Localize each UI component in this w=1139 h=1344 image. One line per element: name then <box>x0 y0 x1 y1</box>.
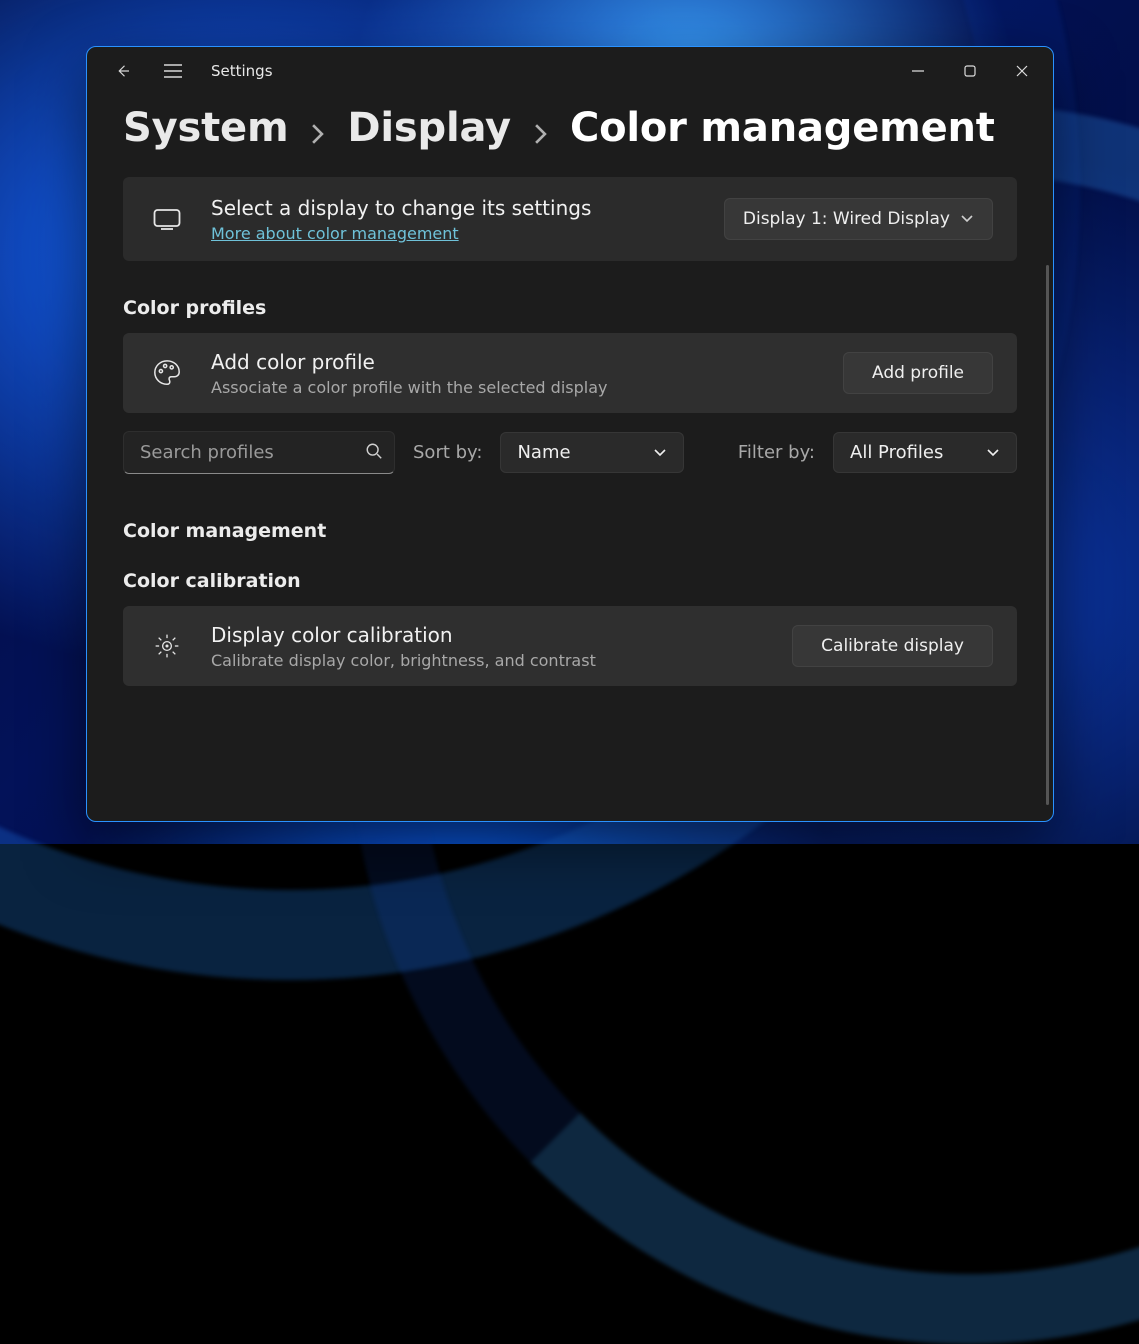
display-selector-card: Select a display to change its settings … <box>123 177 1017 261</box>
search-profiles-wrapper <box>123 431 395 474</box>
sort-by-value: Name <box>517 442 570 463</box>
back-button[interactable] <box>101 51 145 91</box>
menu-icon <box>164 64 182 78</box>
breadcrumb-color-management: Color management <box>570 105 995 151</box>
minimize-icon <box>912 65 924 77</box>
scrollbar[interactable] <box>1046 265 1049 805</box>
calibrate-display-button[interactable]: Calibrate display <box>792 625 993 667</box>
add-profile-button[interactable]: Add profile <box>843 352 993 394</box>
breadcrumb: System Display Color management <box>123 105 1017 151</box>
filter-by-label: Filter by: <box>738 442 815 463</box>
content-area: System Display Color management Select a… <box>87 95 1053 821</box>
display-selector-dropdown[interactable]: Display 1: Wired Display <box>724 198 993 240</box>
maximize-icon <box>964 65 976 77</box>
profiles-filter-row: Sort by: Name Filter by: All Profiles <box>123 431 1017 474</box>
minimize-button[interactable] <box>895 51 941 91</box>
calibration-title: Display color calibration <box>211 622 768 649</box>
sort-by-dropdown[interactable]: Name <box>500 432 684 473</box>
close-icon <box>1016 65 1028 77</box>
chevron-down-icon <box>960 209 974 229</box>
color-profiles-heading: Color profiles <box>123 297 1017 319</box>
filter-by-value: All Profiles <box>850 442 943 463</box>
color-calibration-card: Display color calibration Calibrate disp… <box>123 606 1017 686</box>
titlebar: Settings <box>87 47 1053 95</box>
add-color-profile-subtitle: Associate a color profile with the selec… <box>211 378 819 397</box>
chevron-down-icon <box>653 442 667 463</box>
chevron-right-icon <box>533 123 548 145</box>
color-calibration-heading: Color calibration <box>123 570 1017 592</box>
display-icon <box>147 208 187 230</box>
sort-by-label: Sort by: <box>413 442 482 463</box>
breadcrumb-system[interactable]: System <box>123 105 288 151</box>
display-selector-headline: Select a display to change its settings <box>211 195 700 222</box>
arrow-left-icon <box>114 62 132 80</box>
maximize-button[interactable] <box>947 51 993 91</box>
app-title: Settings <box>211 62 273 80</box>
display-selector-value: Display 1: Wired Display <box>743 209 950 229</box>
search-profiles-input[interactable] <box>123 431 395 474</box>
add-color-profile-title: Add color profile <box>211 349 819 376</box>
settings-window: Settings System Display <box>86 46 1054 822</box>
more-about-color-management-link[interactable]: More about color management <box>211 224 459 243</box>
close-button[interactable] <box>999 51 1045 91</box>
add-color-profile-card: Add color profile Associate a color prof… <box>123 333 1017 413</box>
brightness-icon <box>147 632 187 660</box>
color-management-heading: Color management <box>123 520 1017 542</box>
calibration-subtitle: Calibrate display color, brightness, and… <box>211 651 768 670</box>
chevron-right-icon <box>310 123 325 145</box>
chevron-down-icon <box>986 442 1000 463</box>
hamburger-button[interactable] <box>151 51 195 91</box>
filter-by-dropdown[interactable]: All Profiles <box>833 432 1017 473</box>
breadcrumb-display[interactable]: Display <box>347 105 511 151</box>
palette-icon <box>147 358 187 388</box>
